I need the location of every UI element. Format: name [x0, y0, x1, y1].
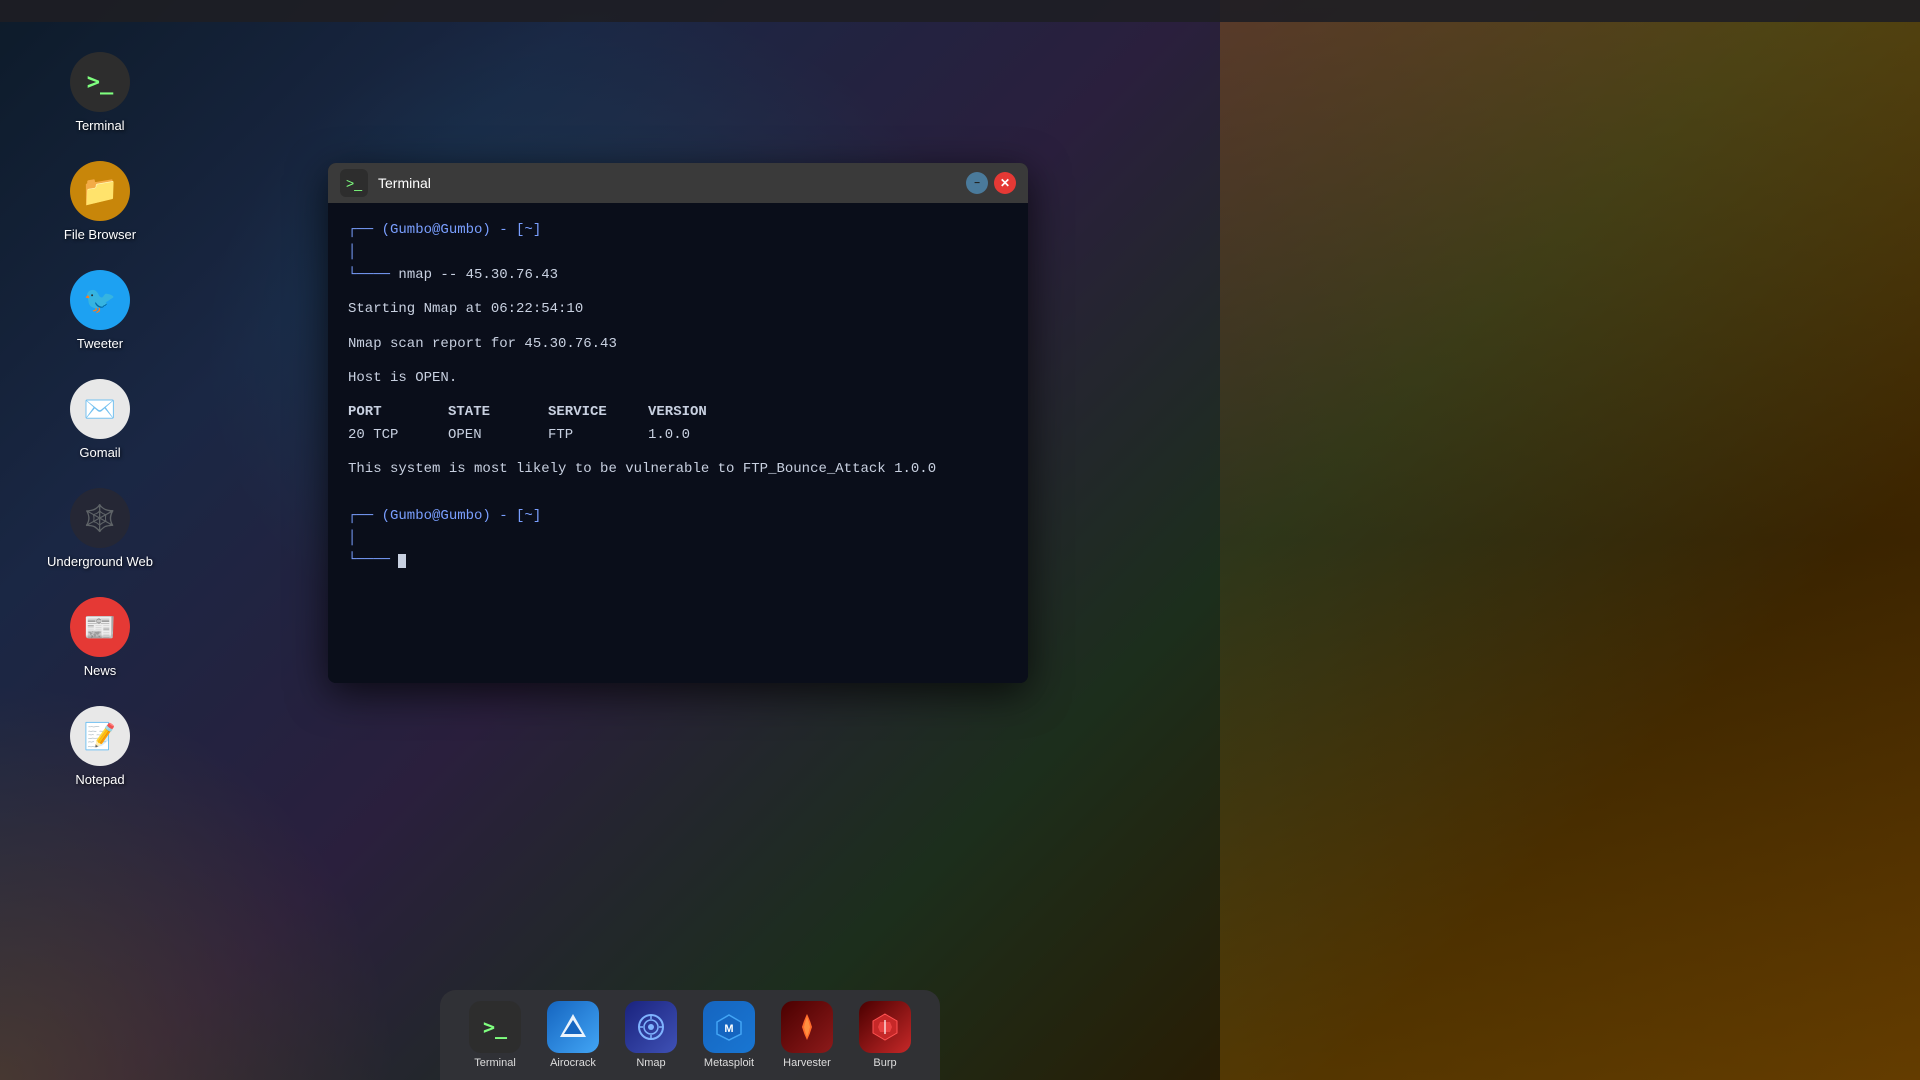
- notepad-label: Notepad: [75, 772, 124, 787]
- desktop-icon-underground-web[interactable]: 🕸️ Underground Web: [0, 478, 200, 579]
- dock-metasploit-icon: M: [703, 1001, 755, 1053]
- news-label: News: [84, 663, 117, 678]
- terminal-window: >_ Terminal − ✕ ┌── (Gumbo@Gumbo) - [~] …: [328, 163, 1028, 683]
- desktop-icon-tweeter[interactable]: 🐦 Tweeter: [0, 260, 200, 361]
- mail-icon: ✉️: [70, 379, 130, 439]
- term-line-prompt2-cont: │: [348, 527, 1008, 549]
- taskbar: >_ Terminal Airocrack Nmap: [440, 990, 940, 1080]
- dock-item-terminal[interactable]: >_ Terminal: [461, 995, 529, 1075]
- term-line-3: └──── nmap -- 45.30.76.43: [348, 264, 1008, 286]
- term-table-header: PORT STATE SERVICE VERSION: [348, 401, 1008, 423]
- desktop-icon-terminal[interactable]: >_ Terminal: [0, 42, 200, 143]
- dock-harvester-label: Harvester: [783, 1057, 831, 1069]
- folder-icon: 📁: [70, 161, 130, 221]
- wallpaper-accent2: [1220, 0, 1920, 1080]
- term-blank-6: [348, 481, 1008, 493]
- term-line-prompt2-end: └────: [348, 549, 1008, 571]
- news-icon: 📰: [70, 597, 130, 657]
- dock-metasploit-label: Metasploit: [704, 1057, 754, 1069]
- minimize-button[interactable]: −: [966, 172, 988, 194]
- desktop-icon-file-browser[interactable]: 📁 File Browser: [0, 151, 200, 252]
- close-button[interactable]: ✕: [994, 172, 1016, 194]
- dock-airocrack-label: Airocrack: [550, 1057, 596, 1069]
- term-blank-5: [348, 446, 1008, 458]
- desktop-icon-gomail[interactable]: ✉️ Gomail: [0, 369, 200, 470]
- terminal-icon: >_: [70, 52, 130, 112]
- terminal-titlebar: >_ Terminal − ✕: [328, 163, 1028, 203]
- term-line-1: ┌── (Gumbo@Gumbo) - [~]: [348, 219, 1008, 241]
- underground-web-label: Underground Web: [47, 554, 153, 569]
- tweeter-icon: 🐦: [70, 270, 130, 330]
- terminal-body[interactable]: ┌── (Gumbo@Gumbo) - [~] │ └──── nmap -- …: [328, 203, 1028, 683]
- term-table-row: 20 TCP OPEN FTP 1.0.0: [348, 424, 1008, 446]
- term-blank-1: [348, 286, 1008, 298]
- dock-nmap-label: Nmap: [636, 1057, 665, 1069]
- dock-nmap-icon: [625, 1001, 677, 1053]
- dock-harvester-icon: [781, 1001, 833, 1053]
- term-blank-3: [348, 355, 1008, 367]
- dock-item-nmap[interactable]: Nmap: [617, 995, 685, 1075]
- term-line-prompt2: ┌── (Gumbo@Gumbo) - [~]: [348, 505, 1008, 527]
- term-blank-2: [348, 321, 1008, 333]
- topbar: [0, 0, 1920, 22]
- term-blank-4: [348, 389, 1008, 401]
- terminal-label: Terminal: [75, 118, 124, 133]
- tweeter-label: Tweeter: [77, 336, 123, 351]
- dock-burp-icon: [859, 1001, 911, 1053]
- desktop-icons: >_ Terminal 📁 File Browser 🐦 Tweeter ✉️ …: [0, 22, 200, 817]
- term-line-vuln: This system is most likely to be vulnera…: [348, 458, 1008, 480]
- term-line-report: Nmap scan report for 45.30.76.43: [348, 333, 1008, 355]
- file-browser-label: File Browser: [64, 227, 136, 242]
- desktop-icon-news[interactable]: 📰 News: [0, 587, 200, 688]
- term-blank-7: [348, 493, 1008, 505]
- dock-item-burp[interactable]: Burp: [851, 995, 919, 1075]
- term-line-host: Host is OPEN.: [348, 367, 1008, 389]
- terminal-title-text: Terminal: [378, 175, 956, 191]
- dock-airocrack-icon: [547, 1001, 599, 1053]
- dock-terminal-label: Terminal: [474, 1057, 516, 1069]
- dock-item-metasploit[interactable]: M Metasploit: [695, 995, 763, 1075]
- window-controls: − ✕: [966, 172, 1016, 194]
- terminal-title-icon: >_: [340, 169, 368, 197]
- gomail-label: Gomail: [79, 445, 120, 460]
- dock-item-harvester[interactable]: Harvester: [773, 995, 841, 1075]
- dock-terminal-icon: >_: [469, 1001, 521, 1053]
- svg-text:M: M: [724, 1023, 733, 1035]
- dock-burp-label: Burp: [873, 1057, 896, 1069]
- term-line-starting: Starting Nmap at 06:22:54:10: [348, 298, 1008, 320]
- desktop-icon-notepad[interactable]: 📝 Notepad: [0, 696, 200, 797]
- notepad-icon: 📝: [70, 706, 130, 766]
- terminal-cursor: [398, 554, 406, 568]
- term-line-2: │: [348, 241, 1008, 263]
- web-icon: 🕸️: [70, 488, 130, 548]
- dock-item-airocrack[interactable]: Airocrack: [539, 995, 607, 1075]
